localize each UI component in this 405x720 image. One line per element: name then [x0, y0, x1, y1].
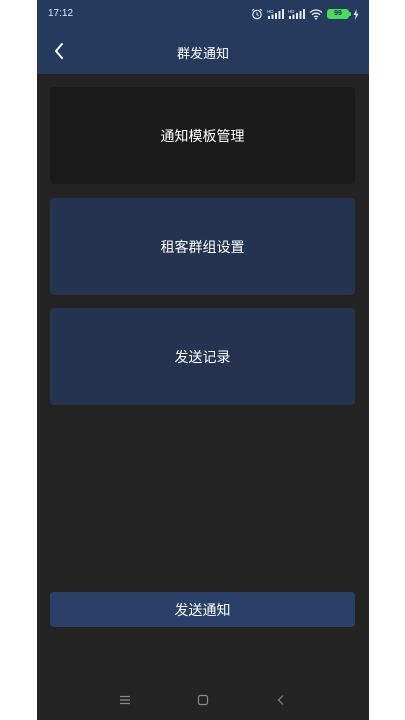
- menu-item-tenant-group-settings[interactable]: 租客群组设置: [50, 198, 355, 295]
- battery-level: 99: [334, 10, 342, 17]
- menu-icon: [120, 695, 130, 705]
- menu-item-template-management[interactable]: 通知模板管理: [50, 87, 355, 184]
- battery-icon: 99: [327, 9, 351, 19]
- signal-hd-icon: HD: [267, 9, 284, 19]
- app-header: 17:12 HD HD 99 群发通知: [37, 0, 369, 74]
- status-bar: 17:12 HD HD 99: [37, 0, 369, 28]
- app-screen: 17:12 HD HD 99 群发通知 通知模板管理 租客群组设置 发送记录 发…: [37, 0, 369, 720]
- menu-item-label: 租客群组设置: [160, 239, 245, 256]
- status-time: 17:12: [48, 8, 74, 19]
- menu-item-send-records[interactable]: 发送记录: [50, 308, 355, 405]
- back-icon: [277, 695, 284, 705]
- svg-text:HD: HD: [267, 9, 274, 14]
- nav-bar: 群发通知: [37, 32, 369, 72]
- alarm-icon: [251, 8, 263, 20]
- menu-item-label: 发送记录: [174, 349, 231, 366]
- charging-icon: [353, 8, 359, 20]
- menu-item-label: 通知模板管理: [160, 128, 245, 145]
- home-button[interactable]: [193, 690, 213, 710]
- system-back-button[interactable]: [271, 690, 291, 710]
- signal-hd-icon: HD: [288, 9, 305, 19]
- send-button-label: 发送通知: [174, 602, 231, 619]
- home-icon: [197, 694, 209, 706]
- recent-apps-button[interactable]: [115, 690, 135, 710]
- send-notification-button[interactable]: 发送通知: [50, 592, 355, 627]
- system-navigation-bar: [37, 686, 369, 714]
- svg-text:HD: HD: [288, 9, 295, 14]
- status-icons: HD HD 99: [251, 6, 359, 22]
- wifi-icon: [309, 9, 323, 20]
- page-title: 群发通知: [176, 47, 229, 62]
